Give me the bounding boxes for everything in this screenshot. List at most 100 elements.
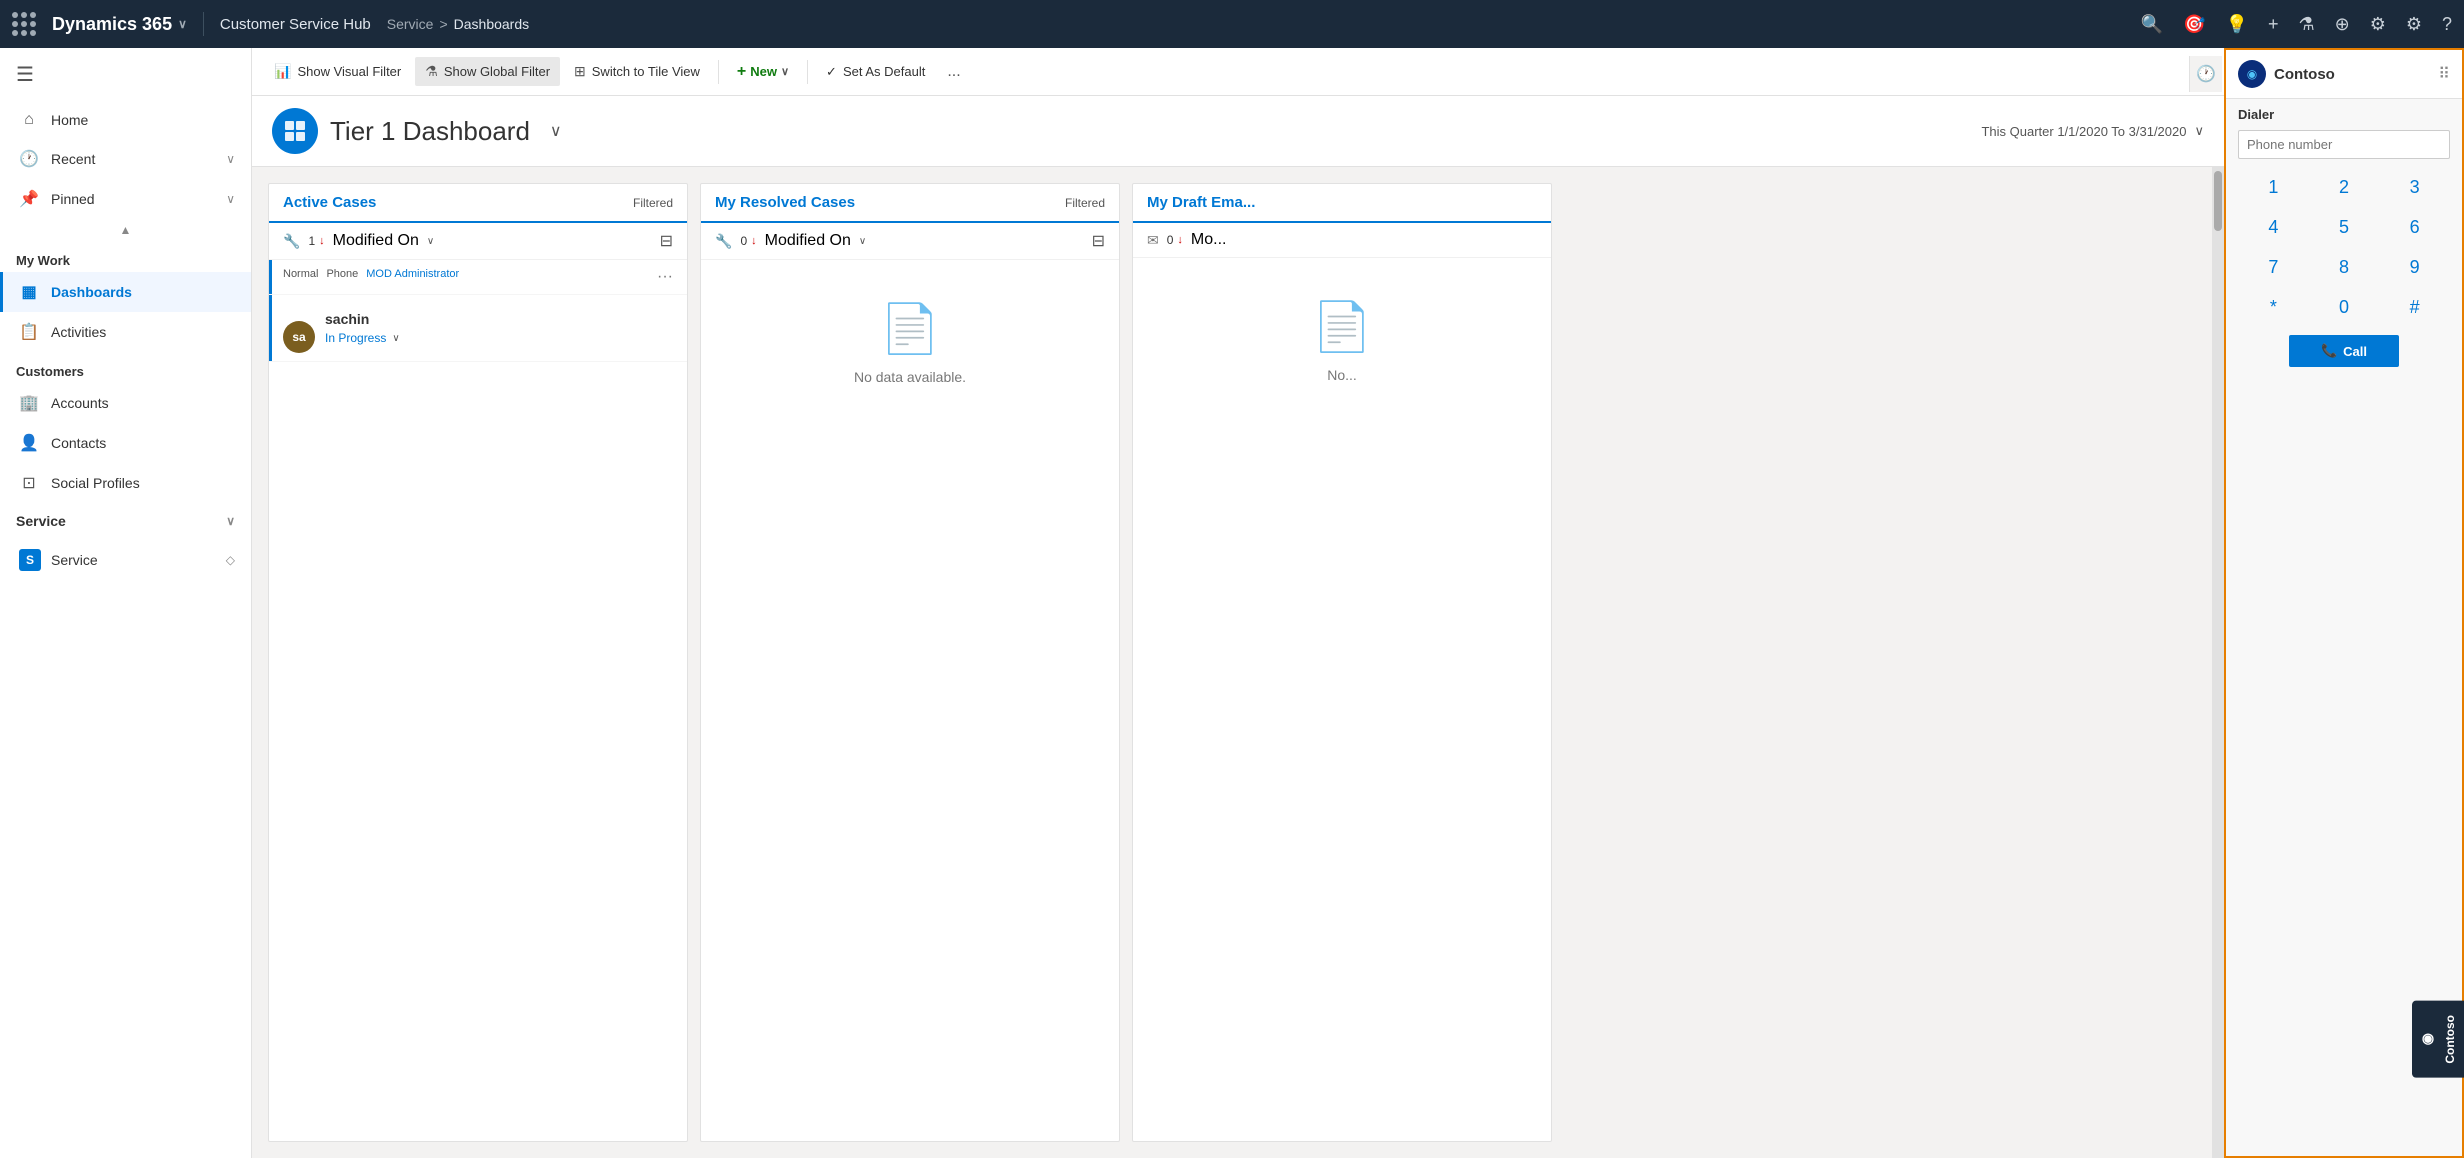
new-dropdown-arrow[interactable]: ∨ (781, 65, 789, 78)
sidebar-item-dashboards[interactable]: ▦ Dashboards (0, 272, 251, 312)
app-grid-icon[interactable] (12, 12, 36, 36)
row-more-options[interactable]: ··· (657, 268, 673, 286)
dialer-key-2[interactable]: 2 (2309, 167, 2380, 207)
scrollbar-thumb[interactable] (2214, 171, 2222, 231)
resolved-cases-sort: 0 ↓ (740, 234, 756, 248)
dialer-key-5[interactable]: 5 (2309, 207, 2380, 247)
app-dropdown-arrow[interactable]: ∨ (178, 17, 187, 31)
service-section-header[interactable]: Service ∨ (0, 503, 251, 539)
cards-container: Active Cases Filtered 🔧 1 ↓ Modified On … (252, 167, 2224, 1158)
settings-large-icon[interactable]: ⚙ (2406, 14, 2422, 35)
new-button[interactable]: + New ∨ (727, 57, 799, 87)
date-range-chevron[interactable]: ∨ (2194, 123, 2204, 139)
resolved-view-icon[interactable]: ⊟ (1092, 231, 1105, 251)
set-as-default-button[interactable]: ✓ Set As Default (816, 58, 935, 86)
draft-emails-count: 0 (1167, 233, 1174, 247)
sidebar-item-contacts[interactable]: 👤 Contacts (0, 423, 251, 463)
row-accent (269, 260, 272, 294)
resolved-sort-label[interactable]: Modified On (765, 232, 851, 250)
dialer-key-0[interactable]: 0 (2309, 287, 2380, 327)
sidebar-item-label: Dashboards (51, 284, 132, 300)
dialer-key-1[interactable]: 1 (2238, 167, 2309, 207)
show-global-filter-button[interactable]: ⚗ Show Global Filter (415, 57, 560, 86)
active-cases-sort-chevron[interactable]: ∨ (427, 236, 434, 247)
lightbulb-icon[interactable]: 💡 (2226, 14, 2248, 35)
scroll-indicator-up: ▲ (0, 219, 251, 241)
active-cases-view-icon[interactable]: ⊟ (660, 231, 673, 251)
circle-plus-icon[interactable]: ⊕ (2335, 14, 2350, 35)
phone-number-input[interactable] (2238, 130, 2450, 159)
toolbar: 📊 Show Visual Filter ⚗ Show Global Filte… (252, 48, 2224, 96)
customers-section-header: Customers (0, 352, 251, 383)
no-data-icon-2: 📄 (1312, 298, 1372, 355)
resolved-sort-chevron[interactable]: ∨ (859, 236, 866, 247)
sidebar-item-label: Activities (51, 324, 106, 340)
contoso-tab-label: Contoso (2443, 1015, 2457, 1064)
table-row: sa sachin In Progress ∨ (269, 295, 687, 362)
active-cases-card: Active Cases Filtered 🔧 1 ↓ Modified On … (268, 183, 688, 1142)
dialer-grid-icon[interactable]: ⠿ (2438, 64, 2450, 84)
vertical-scrollbar[interactable] (2212, 167, 2224, 1158)
active-cases-toolbar: 🔧 1 ↓ Modified On ∨ ⊟ (269, 223, 687, 260)
more-options-button[interactable]: ... (939, 57, 968, 87)
breadcrumb-parent: Service (387, 16, 434, 32)
sidebar-item-pinned[interactable]: 📌 Pinned ∨ (0, 179, 251, 219)
recent-chevron: ∨ (226, 152, 235, 166)
dialer-key-4[interactable]: 4 (2238, 207, 2309, 247)
case-status-chevron[interactable]: ∨ (392, 333, 399, 344)
top-nav-icons: 🔍 🎯 💡 + ⚗ ⊕ ⚙ ⚙ ? (2141, 14, 2452, 35)
draft-emails-body: 📄 No... (1133, 258, 1551, 1141)
sidebar-item-label: Pinned (51, 191, 95, 207)
settings-small-icon[interactable]: ⚙ (2370, 14, 2386, 35)
sidebar: ☰ ⌂ Home 🕐 Recent ∨ 📌 Pinned ∨ ▲ My Work… (0, 48, 252, 1158)
search-icon[interactable]: 🔍 (2141, 14, 2163, 35)
add-icon[interactable]: + (2268, 14, 2279, 35)
main-content: 📊 Show Visual Filter ⚗ Show Global Filte… (252, 48, 2224, 1158)
new-plus-icon: + (737, 63, 746, 81)
app-brand: Dynamics 365 ∨ (52, 14, 187, 35)
dialer-company-name: Contoso (2274, 66, 2430, 83)
sort-arrow-down-2: ↓ (751, 235, 757, 247)
sidebar-item-social-profiles[interactable]: ⊡ Social Profiles (0, 463, 251, 503)
active-cases-title: Active Cases (283, 194, 376, 211)
row-info: Normal Phone MOD Administrator (283, 268, 647, 284)
dialer-key-6[interactable]: 6 (2379, 207, 2450, 247)
sidebar-toggle[interactable]: ☰ (0, 48, 251, 101)
active-cases-sort-label[interactable]: Modified On (333, 232, 419, 250)
dashboard-dropdown-chevron[interactable]: ∨ (550, 121, 562, 141)
dialer-key-8[interactable]: 8 (2309, 247, 2380, 287)
sidebar-item-home[interactable]: ⌂ Home (0, 101, 251, 139)
my-draft-emails-card: My Draft Ema... ✉ 0 ↓ Mo... (1132, 183, 1552, 1142)
show-visual-filter-button[interactable]: 📊 Show Visual Filter (264, 57, 411, 86)
sidebar-item-service[interactable]: S Service ◇ (0, 539, 251, 581)
dialer-key-3[interactable]: 3 (2379, 167, 2450, 207)
call-button[interactable]: 📞 Call (2289, 335, 2399, 367)
draft-sort-label[interactable]: Mo... (1191, 231, 1227, 249)
dialer-key-7[interactable]: 7 (2238, 247, 2309, 287)
active-cases-header: Active Cases Filtered (269, 184, 687, 223)
accounts-icon: 🏢 (19, 393, 39, 413)
filter-icon[interactable]: ⚗ (2298, 14, 2314, 35)
call-phone-icon: 📞 (2321, 343, 2337, 359)
dashboards-icon: ▦ (19, 282, 39, 302)
help-icon[interactable]: ? (2442, 14, 2452, 35)
top-navigation: Dynamics 365 ∨ Customer Service Hub Serv… (0, 0, 2464, 48)
dashboard-icon (272, 108, 318, 154)
my-resolved-cases-card: My Resolved Cases Filtered 🔧 0 ↓ Modifie… (700, 183, 1120, 1142)
dialer-key-hash[interactable]: # (2379, 287, 2450, 327)
service-item-chevron: ◇ (226, 553, 235, 567)
global-filter-icon: ⚗ (425, 63, 438, 80)
switch-to-tile-view-button[interactable]: ⊞ Switch to Tile View (564, 57, 710, 86)
active-cases-body: Normal Phone MOD Administrator ··· sa (269, 260, 687, 1141)
sidebar-item-activities[interactable]: 📋 Activities (0, 312, 251, 352)
contoso-tab[interactable]: ◉ Contoso (2412, 1001, 2464, 1078)
draft-emails-title: My Draft Ema... (1147, 194, 1255, 211)
table-row: Normal Phone MOD Administrator ··· (269, 260, 687, 295)
dialer-key-star[interactable]: * (2238, 287, 2309, 327)
resolved-cases-count: 0 (740, 234, 747, 248)
dialer-key-9[interactable]: 9 (2379, 247, 2450, 287)
contacts-icon: 👤 (19, 433, 39, 453)
sidebar-item-accounts[interactable]: 🏢 Accounts (0, 383, 251, 423)
target-icon[interactable]: 🎯 (2183, 14, 2205, 35)
sidebar-item-recent[interactable]: 🕐 Recent ∨ (0, 139, 251, 179)
